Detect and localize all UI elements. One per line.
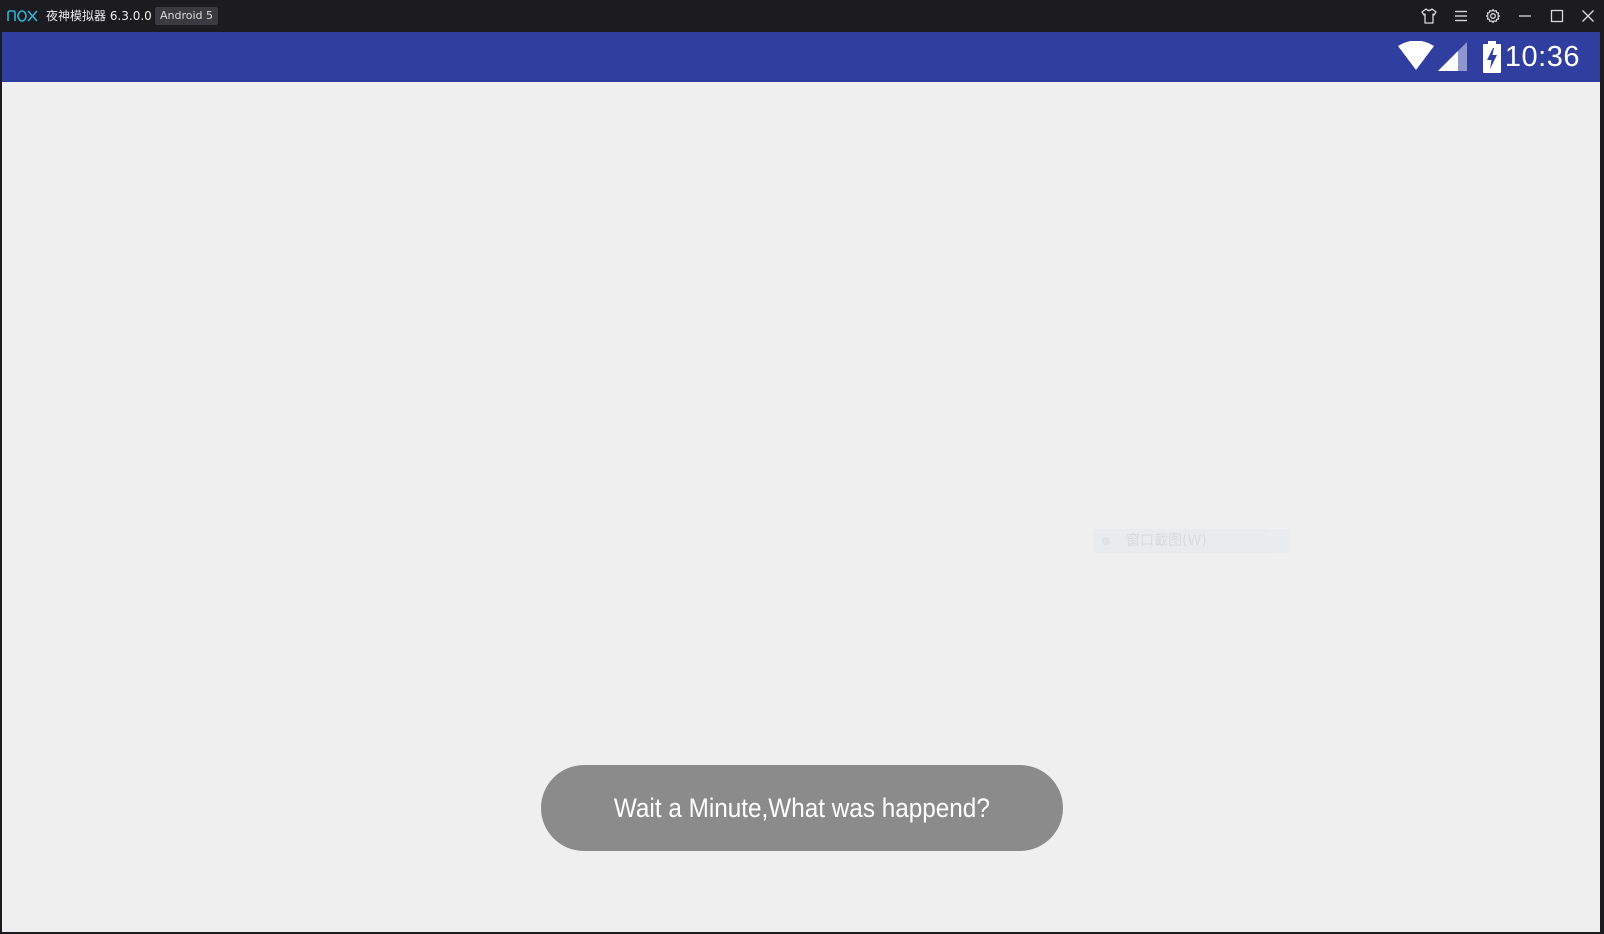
toast-message: Wait a Minute,What was happend? xyxy=(541,765,1063,851)
android-version-badge: Android 5 xyxy=(155,7,219,25)
ghost-menu-label: 窗口截图(W) xyxy=(1126,533,1207,549)
menu-button[interactable] xyxy=(1450,5,1472,27)
battery-charging-icon xyxy=(1483,41,1501,73)
maximize-icon xyxy=(1550,9,1564,23)
settings-gear-icon xyxy=(1485,8,1501,24)
app-content-area: 窗口截图(W) Wait a Minute,What was happend? xyxy=(2,82,1600,932)
toast-text: Wait a Minute,What was happend? xyxy=(614,792,990,823)
close-icon xyxy=(1582,10,1594,22)
status-bar-clock: 10:36 xyxy=(1504,41,1580,73)
settings-button[interactable] xyxy=(1482,5,1504,27)
wifi-icon xyxy=(1398,41,1434,70)
android-status-bar: 10:36 xyxy=(2,32,1600,82)
ghost-menu-dot-icon xyxy=(1102,537,1110,545)
emulator-titlebar: 夜神模拟器 6.3.0.0 Android 5 xyxy=(0,0,1604,32)
app-title: 夜神模拟器 6.3.0.0 xyxy=(46,9,152,23)
minimize-icon xyxy=(1519,15,1531,17)
skin-shirt-icon xyxy=(1421,8,1437,24)
emulator-window: 夜神模拟器 6.3.0.0 Android 5 10:36 窗口截图(W) Wa… xyxy=(0,0,1604,934)
nox-logo-icon xyxy=(7,10,38,22)
close-button[interactable] xyxy=(1577,5,1599,27)
cell-signal-icon xyxy=(1438,42,1467,71)
ghost-context-menu-item: 窗口截图(W) xyxy=(1093,529,1290,553)
skin-shirt-button[interactable] xyxy=(1418,5,1440,27)
android-screen[interactable]: 10:36 窗口截图(W) Wait a Minute,What was hap… xyxy=(2,32,1600,932)
maximize-button[interactable] xyxy=(1546,5,1568,27)
menu-icon xyxy=(1455,10,1467,22)
minimize-button[interactable] xyxy=(1514,5,1536,27)
